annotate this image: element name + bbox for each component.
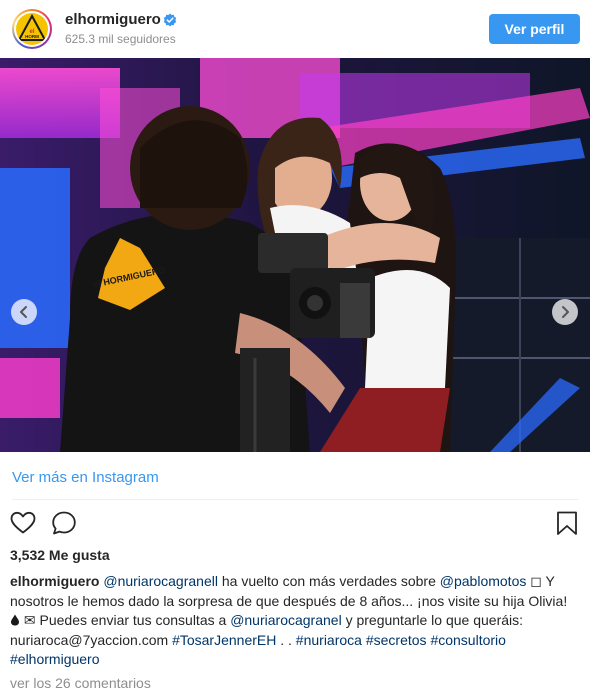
hashtag-link[interactable]: #nuriaroca bbox=[296, 632, 362, 648]
heart-icon[interactable] bbox=[9, 509, 37, 537]
previous-image-button[interactable] bbox=[11, 299, 37, 325]
hashtag-link[interactable]: #elhormiguero bbox=[10, 651, 100, 667]
mention-link[interactable]: @nuriarocagranell bbox=[103, 573, 218, 589]
username[interactable]: elhormiguero bbox=[65, 11, 161, 28]
ant-logo-icon: el HORM bbox=[17, 13, 47, 41]
follower-count: 625.3 mil seguidores bbox=[65, 32, 176, 46]
drop-emoji-icon bbox=[11, 614, 19, 626]
chevron-left-icon bbox=[20, 306, 27, 318]
chevron-right-icon bbox=[562, 306, 569, 318]
avatar[interactable]: el HORM bbox=[12, 9, 52, 49]
next-image-button[interactable] bbox=[552, 299, 578, 325]
comment-icon[interactable] bbox=[50, 509, 78, 537]
post-header: el HORM elhormiguero 625.3 mil seguidore… bbox=[0, 0, 590, 58]
view-profile-button[interactable]: Ver perfil bbox=[489, 14, 580, 44]
hashtag-link[interactable]: #TosarJennerEH bbox=[172, 632, 276, 648]
hormiguero-logo: el HORM bbox=[16, 13, 48, 45]
caption-username[interactable]: elhormiguero bbox=[10, 573, 99, 589]
hashtag-link[interactable]: #consultorio bbox=[430, 632, 506, 648]
post-photo[interactable]: el HORMIGUERO bbox=[0, 58, 590, 452]
post-caption: elhormiguero @nuriarocagranell ha vuelto… bbox=[10, 573, 568, 667]
view-comments-link[interactable]: ver los 26 comentarios bbox=[10, 675, 151, 691]
like-count[interactable]: 3,532 Me gusta bbox=[10, 547, 110, 563]
view-on-instagram-link[interactable]: Ver más en Instagram bbox=[12, 469, 159, 486]
bookmark-icon[interactable] bbox=[553, 509, 581, 537]
divider bbox=[12, 499, 578, 500]
verified-badge-icon bbox=[163, 13, 177, 27]
mention-link[interactable]: @pablomotos bbox=[440, 573, 527, 589]
mention-link[interactable]: @nuriarocagranel bbox=[230, 612, 342, 628]
hashtag-link[interactable]: #secretos bbox=[366, 632, 427, 648]
svg-text:HORM: HORM bbox=[25, 34, 39, 39]
photo-illustration: el HORMIGUERO bbox=[0, 58, 590, 452]
